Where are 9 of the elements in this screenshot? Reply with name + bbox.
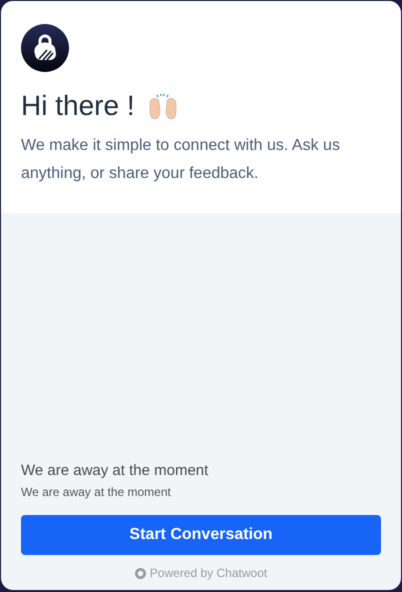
powered-by-link[interactable]: Powered by Chatwoot: [134, 566, 268, 580]
availability-message: We are away at the moment: [21, 485, 172, 499]
greeting-title: Hi there !: [21, 89, 135, 123]
availability-heading: We are away at the moment: [21, 462, 210, 479]
logo-icon: [21, 24, 69, 72]
raised-hands-icon: [146, 91, 179, 121]
intro-text: We make it simple to connect with us. Ask us anything, or share your feedback.: [21, 136, 341, 184]
start-conversation-button[interactable]: Start Conversation: [21, 515, 381, 555]
chatwoot-logo-icon: [134, 568, 146, 578]
